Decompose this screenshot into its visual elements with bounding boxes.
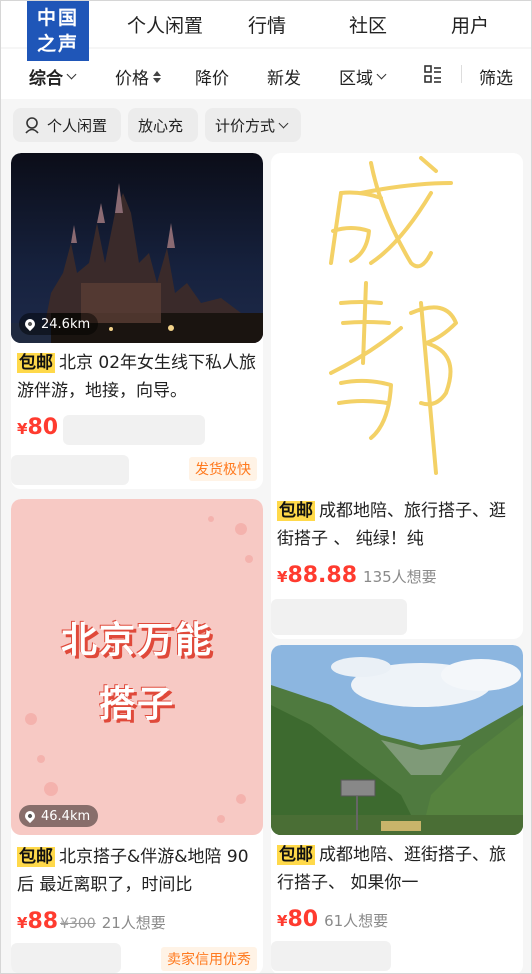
listing-card[interactable]: 北京万能 搭子 46.4km 包邮 北京搭子&伴游&地陪 90后 最近离职了，时间… <box>11 499 263 973</box>
currency-symbol: ¥ <box>277 912 288 930</box>
chevron-down-icon <box>66 69 77 80</box>
blurred-area <box>11 455 129 485</box>
blurred-area <box>271 941 391 971</box>
price-value: 80 <box>27 415 59 440</box>
price: ¥ 88 ¥300 21人想要 <box>17 909 166 934</box>
tab-market[interactable]: 行情 <box>248 11 286 38</box>
filter-price-drop-label: 降价 <box>195 69 229 89</box>
filter-comprehensive[interactable]: 综合 <box>29 64 77 89</box>
filter-region[interactable]: 区域 <box>339 64 387 89</box>
chip-personal-idle[interactable]: 个人闲置 <box>13 108 121 142</box>
divider <box>461 65 462 83</box>
chip-pricing-method[interactable]: 计价方式 <box>205 108 301 142</box>
filter-button-label: 筛选 <box>479 69 513 89</box>
grid-list-icon <box>424 65 441 83</box>
mountain-photo <box>271 645 523 835</box>
distance-text: 24.6km <box>41 316 91 332</box>
want-count: 135人想要 <box>363 568 437 586</box>
location-pin-icon <box>22 316 38 332</box>
blossom-decoration <box>25 516 253 823</box>
want-count: 61人想要 <box>324 912 389 930</box>
listing-image[interactable]: 北京万能 搭子 46.4km <box>11 499 263 835</box>
listing-card[interactable]: 包邮 成都地陪、旅行搭子、逛街搭子 、 纯绿！纯 ¥ 88.88 135人想要 <box>271 153 523 639</box>
tab-community[interactable]: 社区 <box>349 11 387 38</box>
listing-image[interactable] <box>271 645 523 835</box>
free-shipping-badge: 包邮 <box>17 353 55 373</box>
chevron-down-icon <box>278 118 289 128</box>
chip-row: 个人闲置 放心充 计价方式 <box>1 101 531 151</box>
listing-card[interactable]: 24.6km 包邮 北京 02年女生线下私人旅游伴游，地接，向导。 ¥ 80 发货… <box>11 153 263 489</box>
listing-image[interactable]: 24.6km <box>11 153 263 343</box>
filter-price[interactable]: 价格 <box>115 64 161 89</box>
blurred-area <box>11 943 121 973</box>
distance-text: 46.4km <box>41 808 91 824</box>
logo-line-1: 中国 <box>36 7 79 29</box>
blurred-area <box>63 415 205 445</box>
listing-title[interactable]: 包邮 成都地陪、逛街搭子、旅行搭子、 如果你一 <box>277 841 517 897</box>
price: ¥ 80 61人想要 <box>277 907 388 932</box>
filter-new-label: 新发 <box>267 69 301 89</box>
filter-region-label: 区域 <box>339 69 373 89</box>
free-shipping-badge: 包邮 <box>17 847 55 867</box>
sort-arrows-icon <box>153 70 161 83</box>
listing-image[interactable] <box>271 153 523 493</box>
filter-new[interactable]: 新发 <box>267 64 301 89</box>
filter-price-drop[interactable]: 降价 <box>195 64 229 89</box>
filter-comprehensive-label: 综合 <box>29 69 63 89</box>
filter-price-label: 价格 <box>115 69 149 89</box>
price-value: 80 <box>287 907 319 932</box>
credit-tag: 卖家信用优秀 <box>161 947 257 971</box>
chevron-down-icon <box>376 69 387 80</box>
listing-card[interactable]: 包邮 成都地陪、逛街搭子、旅行搭子、 如果你一 ¥ 80 61人想要 <box>271 645 523 973</box>
shipping-tag: 发货极快 <box>189 457 257 481</box>
blurred-area <box>271 599 407 635</box>
price-value: 88.88 <box>287 563 358 588</box>
top-nav: 中国 之声 个人闲置 行情 社区 用户 <box>1 1 531 61</box>
poster-text-line-2: 搭子 <box>98 684 175 725</box>
free-shipping-badge: 包邮 <box>277 501 315 521</box>
tab-user[interactable]: 用户 <box>451 11 489 38</box>
currency-symbol: ¥ <box>277 568 288 586</box>
listing-title[interactable]: 包邮 成都地陪、旅行搭子、逛街搭子 、 纯绿！纯 <box>277 497 517 553</box>
free-shipping-badge: 包邮 <box>277 845 315 865</box>
listing-title[interactable]: 包邮 北京搭子&伴游&地陪 90后 最近离职了，时间比 <box>17 843 257 899</box>
location-pin-icon <box>22 808 38 824</box>
distance-badge: 24.6km <box>19 313 99 335</box>
chip-assured-label: 放心充 <box>138 116 184 135</box>
price: ¥ 80 <box>17 415 58 440</box>
screen: 中国 之声 个人闲置 行情 社区 用户 综合 价格 降价 新发 区域 筛选 个人… <box>0 0 532 974</box>
original-price: ¥300 <box>60 916 96 932</box>
distance-badge: 46.4km <box>19 805 99 827</box>
chengdu-handwriting <box>329 156 458 475</box>
filter-button[interactable]: 筛选 <box>479 64 513 89</box>
layout-toggle[interactable] <box>424 65 442 83</box>
listing-title[interactable]: 包邮 北京 02年女生线下私人旅游伴游，地接，向导。 <box>17 349 257 405</box>
price-value: 88 <box>27 909 59 934</box>
price: ¥ 88.88 135人想要 <box>277 563 437 588</box>
poster-text-line-1: 北京万能 <box>60 620 213 661</box>
tab-personal-idle[interactable]: 个人闲置 <box>127 11 203 38</box>
person-icon <box>25 117 39 134</box>
currency-symbol: ¥ <box>17 914 28 932</box>
chip-personal-idle-label: 个人闲置 <box>47 116 108 135</box>
currency-symbol: ¥ <box>17 420 28 438</box>
chip-pricing-method-label: 计价方式 <box>215 116 276 135</box>
chip-assured[interactable]: 放心充 <box>128 108 198 142</box>
want-count: 21人想要 <box>101 914 166 932</box>
logo-line-2: 之声 <box>36 33 79 55</box>
logo: 中国 之声 <box>27 1 89 61</box>
